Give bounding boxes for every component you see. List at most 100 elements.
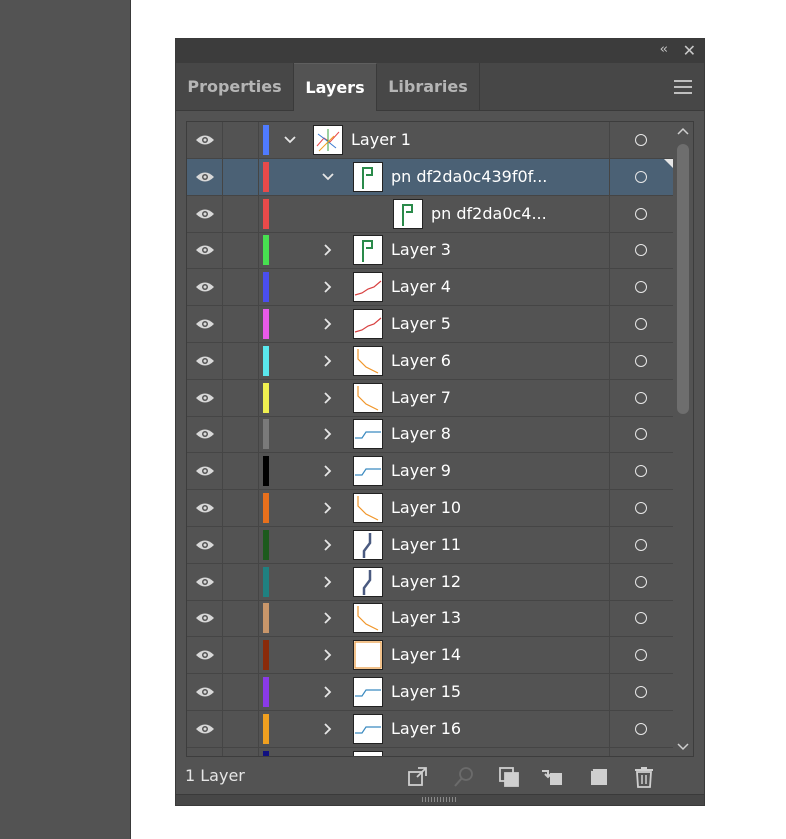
chevron-right-icon[interactable]	[320, 573, 336, 591]
lock-toggle[interactable]	[223, 269, 259, 306]
merge-selected-icon[interactable]	[540, 765, 564, 789]
target-toggle[interactable]	[609, 600, 671, 637]
target-circle-icon[interactable]	[634, 281, 647, 294]
lock-toggle[interactable]	[223, 453, 259, 490]
resize-gripper[interactable]	[176, 794, 704, 805]
lock-toggle[interactable]	[223, 674, 259, 710]
layer-name[interactable]: Layer 1	[351, 122, 411, 158]
panel-titlebar[interactable]: ‹‹ ✕	[176, 39, 704, 64]
lock-toggle[interactable]	[223, 563, 259, 600]
layer-row[interactable]: Layer 12	[187, 563, 673, 601]
target-toggle[interactable]	[609, 342, 671, 379]
layer-row[interactable]: Layer 6	[187, 342, 673, 380]
target-toggle[interactable]	[609, 747, 671, 756]
target-circle-icon[interactable]	[634, 502, 647, 514]
layer-row[interactable]: Layer 4	[187, 269, 673, 307]
lock-toggle[interactable]	[223, 232, 259, 269]
target-circle-icon[interactable]	[634, 428, 647, 441]
lock-toggle[interactable]	[223, 710, 259, 747]
chevron-right-icon[interactable]	[320, 315, 336, 333]
chevron-right-icon[interactable]	[320, 499, 336, 517]
layer-name[interactable]: Layer 5	[391, 306, 451, 342]
eye-icon[interactable]	[187, 122, 223, 158]
target-circle-icon[interactable]	[634, 575, 647, 588]
lock-toggle[interactable]	[223, 306, 259, 342]
eye-icon[interactable]	[187, 600, 223, 637]
layer-row[interactable]: Layer 8	[187, 416, 673, 454]
layer-row[interactable]: Layer 9	[187, 453, 673, 491]
grip-handle[interactable]	[422, 797, 458, 802]
layer-row[interactable]: Layer 5	[187, 306, 673, 343]
layer-name[interactable]: Layer 10	[391, 490, 461, 526]
eye-icon[interactable]	[187, 232, 223, 269]
target-circle-icon[interactable]	[634, 686, 647, 698]
layer-row[interactable]: pn df2da0c439f0f...	[187, 158, 673, 196]
layer-name[interactable]: pn df2da0c4...	[431, 196, 547, 232]
layer-row[interactable]: Layer 15	[187, 674, 673, 711]
target-toggle[interactable]	[609, 158, 671, 195]
eye-icon[interactable]	[187, 195, 223, 232]
lock-toggle[interactable]	[223, 637, 259, 674]
lock-toggle[interactable]	[223, 158, 259, 195]
eye-icon[interactable]	[187, 526, 223, 563]
target-circle-icon[interactable]	[634, 134, 647, 146]
target-toggle[interactable]	[609, 306, 671, 342]
layer-name[interactable]: Layer 8	[391, 416, 451, 452]
eye-icon[interactable]	[187, 158, 223, 195]
delete-icon[interactable]	[632, 765, 656, 789]
target-toggle[interactable]	[609, 637, 671, 674]
scroll-up-icon[interactable]	[676, 125, 690, 137]
target-toggle[interactable]	[609, 122, 671, 158]
target-toggle[interactable]	[609, 232, 671, 269]
eye-icon[interactable]	[187, 674, 223, 710]
target-toggle[interactable]	[609, 490, 671, 526]
target-toggle[interactable]	[609, 379, 671, 416]
target-circle-icon[interactable]	[634, 722, 647, 735]
eye-icon[interactable]	[187, 453, 223, 490]
tab-properties[interactable]: Properties	[176, 63, 294, 110]
lock-toggle[interactable]	[223, 342, 259, 379]
eye-icon[interactable]	[187, 342, 223, 379]
eye-icon[interactable]	[187, 306, 223, 342]
eye-icon[interactable]	[187, 637, 223, 674]
lock-toggle[interactable]	[223, 416, 259, 453]
target-circle-icon[interactable]	[634, 391, 647, 404]
target-toggle[interactable]	[609, 526, 671, 563]
target-circle-icon[interactable]	[634, 538, 647, 551]
chevron-right-icon[interactable]	[320, 720, 336, 738]
target-circle-icon[interactable]	[634, 207, 647, 220]
layer-name[interactable]: Layer 16	[391, 711, 461, 747]
scrollbar-thumb[interactable]	[677, 144, 689, 414]
export-to-screen-icon[interactable]	[406, 765, 430, 789]
layer-name[interactable]: Layer 15	[391, 674, 461, 710]
target-circle-icon[interactable]	[634, 244, 647, 257]
layer-name[interactable]: Layer 6	[391, 343, 451, 379]
target-circle-icon[interactable]	[634, 318, 647, 330]
chevron-down-icon[interactable]	[282, 131, 298, 149]
target-toggle[interactable]	[609, 416, 671, 453]
eye-icon[interactable]	[187, 379, 223, 416]
layer-row[interactable]: Layer 13	[187, 600, 673, 638]
layer-name[interactable]: pn df2da0c439f0f...	[391, 159, 547, 195]
eye-icon[interactable]	[187, 490, 223, 526]
chevron-down-icon[interactable]	[320, 168, 336, 186]
chevron-right-icon[interactable]	[320, 609, 336, 627]
lock-toggle[interactable]	[223, 122, 259, 158]
make-clipping-mask-icon[interactable]	[497, 765, 521, 789]
eye-icon[interactable]	[187, 416, 223, 453]
target-toggle[interactable]	[609, 563, 671, 600]
layer-row[interactable]	[187, 747, 673, 756]
layers-list[interactable]: Layer 1 pn df2da0c439f0f... pn df2da0c4...…	[186, 121, 694, 757]
target-toggle[interactable]	[609, 269, 671, 306]
chevron-right-icon[interactable]	[320, 462, 336, 480]
target-circle-icon[interactable]	[634, 170, 647, 183]
target-circle-icon[interactable]	[634, 612, 647, 625]
double-chevron-left-icon[interactable]: ‹‹	[660, 42, 669, 57]
target-toggle[interactable]	[609, 710, 671, 747]
layer-name[interactable]: Layer 13	[391, 600, 461, 636]
create-new-layer-icon[interactable]	[587, 765, 611, 789]
lock-toggle[interactable]	[223, 526, 259, 563]
target-toggle[interactable]	[609, 674, 671, 710]
chevron-right-icon[interactable]	[320, 389, 336, 407]
tab-libraries[interactable]: Libraries	[377, 63, 480, 110]
